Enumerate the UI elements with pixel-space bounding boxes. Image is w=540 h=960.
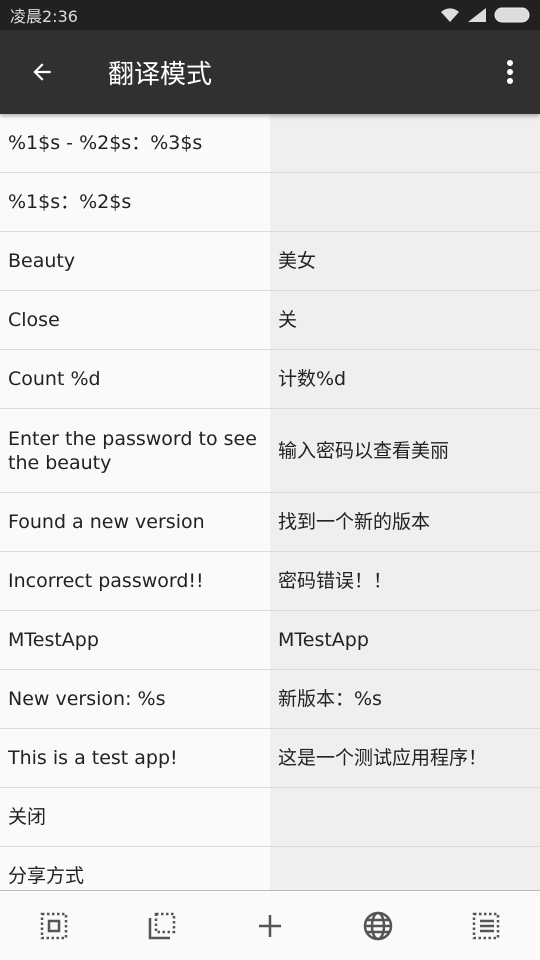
translation-cell[interactable]: 输入密码以查看美丽	[270, 409, 540, 492]
app-bar: 翻译模式	[0, 30, 540, 114]
source-cell[interactable]: 关闭	[0, 788, 270, 846]
translation-cell[interactable]: 关	[270, 291, 540, 349]
translation-cell[interactable]: 新版本：%s	[270, 670, 540, 728]
translation-cell[interactable]: 密码错误！！	[270, 552, 540, 610]
table-row[interactable]: Found a new version 找到一个新的版本	[0, 493, 540, 552]
source-cell[interactable]: Found a new version	[0, 493, 270, 551]
table-row[interactable]: Count %d 计数%d	[0, 350, 540, 409]
source-cell[interactable]: %1$s - %2$s：%3$s	[0, 114, 270, 172]
table-row[interactable]: 关闭	[0, 788, 540, 847]
page-title: 翻译模式	[108, 59, 213, 90]
table-row[interactable]: %1$s - %2$s：%3$s	[0, 114, 540, 173]
globe-icon	[363, 911, 393, 940]
select-all-icon	[40, 912, 68, 939]
translation-cell[interactable]: 找到一个新的版本	[270, 493, 540, 551]
source-cell[interactable]: Enter the password to see the beauty	[0, 409, 270, 492]
source-cell[interactable]: This is a test app!	[0, 729, 270, 787]
table-row[interactable]: This is a test app! 这是一个测试应用程序！	[0, 729, 540, 788]
back-button[interactable]	[0, 30, 84, 114]
source-cell[interactable]: Count %d	[0, 350, 270, 408]
wifi-icon	[441, 8, 459, 22]
translation-cell[interactable]: 计数%d	[270, 350, 540, 408]
table-row[interactable]: Close 关	[0, 291, 540, 350]
translation-cell[interactable]: MTestApp	[270, 611, 540, 669]
add-icon	[259, 914, 281, 937]
select-all-button[interactable]	[24, 896, 84, 956]
list-button[interactable]	[456, 896, 516, 956]
table-row[interactable]: New version: %s 新版本：%s	[0, 670, 540, 729]
source-cell[interactable]: Beauty	[0, 232, 270, 290]
signal-icon	[468, 8, 486, 22]
table-row[interactable]: Incorrect password!! 密码错误！！	[0, 552, 540, 611]
source-cell[interactable]: Incorrect password!!	[0, 552, 270, 610]
battery-icon	[494, 7, 530, 23]
select-partial-icon	[148, 912, 176, 939]
status-time: 凌晨2:36	[10, 7, 78, 26]
source-cell[interactable]: MTestApp	[0, 611, 270, 669]
more-options-button[interactable]	[480, 30, 540, 114]
table-row[interactable]: %1$s：%2$s	[0, 173, 540, 232]
source-cell[interactable]: %1$s：%2$s	[0, 173, 270, 231]
table-row[interactable]: Beauty 美女	[0, 232, 540, 291]
arrow-left-icon	[33, 63, 51, 81]
translation-cell[interactable]	[270, 847, 540, 890]
translation-list[interactable]: %1$s - %2$s：%3$s %1$s：%2$s Beauty 美女 Close 关 C…	[0, 114, 540, 890]
translation-cell[interactable]: 这是一个测试应用程序！	[270, 729, 540, 787]
translation-cell[interactable]: 美女	[270, 232, 540, 290]
source-cell[interactable]: 分享方式	[0, 847, 270, 890]
status-bar: 凌晨2:36	[0, 0, 540, 30]
table-row[interactable]: MTestApp MTestApp	[0, 611, 540, 670]
table-row[interactable]: Enter the password to see the beauty 输入密码…	[0, 409, 540, 493]
more-vert-icon	[507, 60, 513, 84]
select-partial-button[interactable]	[132, 896, 192, 956]
translation-cell[interactable]	[270, 114, 540, 172]
bottom-toolbar	[0, 890, 540, 960]
table-row[interactable]: 分享方式	[0, 847, 540, 890]
source-cell[interactable]: New version: %s	[0, 670, 270, 728]
source-cell[interactable]: Close	[0, 291, 270, 349]
translation-cell[interactable]	[270, 788, 540, 846]
add-button[interactable]	[240, 896, 300, 956]
list-icon	[472, 912, 500, 939]
language-button[interactable]	[348, 896, 408, 956]
translation-cell[interactable]	[270, 173, 540, 231]
